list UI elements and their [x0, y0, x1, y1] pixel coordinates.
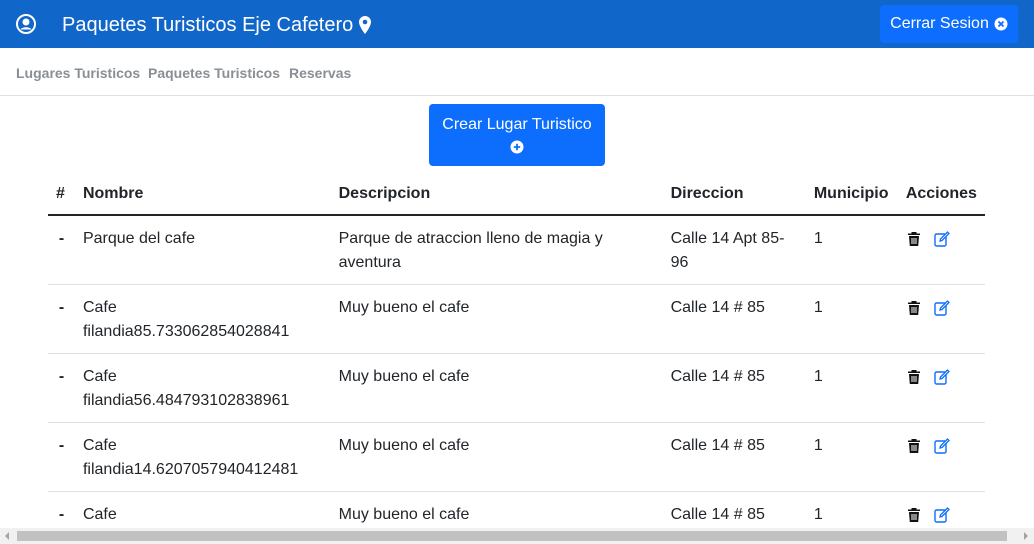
edit-icon[interactable]	[934, 369, 950, 385]
places-table: # Nombre Descripcion Direccion Municipio…	[48, 174, 985, 544]
cell-acciones	[897, 215, 985, 285]
cell-descripcion: Muy bueno el cafe	[330, 284, 663, 354]
trash-icon[interactable]	[906, 507, 922, 523]
cell-municipio: 1	[805, 422, 898, 492]
cell-num: -	[48, 215, 75, 285]
nav-lugares-turisticos[interactable]: Lugares Turisticos	[16, 65, 140, 81]
create-place-button[interactable]: Crear Lugar Turistico	[429, 104, 605, 166]
scroll-left-arrow-icon[interactable]	[5, 532, 9, 540]
trash-icon[interactable]	[906, 231, 922, 247]
map-pin-icon	[359, 16, 372, 34]
cell-num: -	[48, 353, 75, 423]
user-circle-icon[interactable]	[16, 14, 36, 34]
nav-paquetes-turisticos[interactable]: Paquetes Turisticos	[148, 65, 280, 81]
cell-municipio: 1	[805, 215, 898, 285]
table-header-row: # Nombre Descripcion Direccion Municipio…	[48, 174, 985, 216]
cell-acciones	[897, 284, 985, 354]
cell-num: -	[48, 284, 75, 354]
cell-nombre: Cafe filandia85.733062854028841	[74, 284, 331, 354]
horizontal-scrollbar[interactable]	[0, 528, 1034, 544]
table-row: - Parque del cafe Parque de atraccion ll…	[48, 215, 985, 285]
cell-descripcion: Parque de atraccion lleno de magia y ave…	[330, 215, 663, 285]
header-municipio: Municipio	[805, 174, 898, 216]
cell-nombre: Cafe filandia14.6207057940412481	[74, 422, 331, 492]
header-nombre: Nombre	[74, 174, 331, 216]
edit-icon[interactable]	[934, 300, 950, 316]
plus-circle-icon	[510, 140, 524, 154]
nav-reservas[interactable]: Reservas	[289, 65, 351, 81]
cell-descripcion: Muy bueno el cafe	[330, 422, 663, 492]
top-navbar: Paquetes Turisticos Eje Cafetero Cerrar …	[0, 0, 1034, 48]
row-actions	[906, 434, 977, 454]
cell-acciones	[897, 422, 985, 492]
trash-icon[interactable]	[906, 438, 922, 454]
scroll-right-arrow-icon[interactable]	[1024, 532, 1028, 540]
logout-label: Cerrar Sesion	[890, 15, 989, 32]
cell-nombre: Cafe filandia56.484793102838961	[74, 353, 331, 423]
header-acciones: Acciones	[897, 174, 985, 216]
cell-direccion: Calle 14 Apt 85-96	[662, 215, 806, 285]
close-circle-icon	[994, 17, 1008, 31]
cell-direccion: Calle 14 # 85	[662, 353, 806, 423]
cell-municipio: 1	[805, 353, 898, 423]
table-row: - Cafe filandia14.6207057940412481 Muy b…	[48, 422, 985, 492]
header-num: #	[48, 174, 75, 216]
row-actions	[906, 365, 977, 385]
table-row: - Cafe filandia85.733062854028841 Muy bu…	[48, 284, 985, 354]
scrollbar-thumb[interactable]	[17, 531, 1007, 541]
trash-icon[interactable]	[906, 369, 922, 385]
trash-icon[interactable]	[906, 300, 922, 316]
cell-direccion: Calle 14 # 85	[662, 422, 806, 492]
header-descripcion: Descripcion	[330, 174, 663, 216]
header-direccion: Direccion	[662, 174, 806, 216]
row-actions	[906, 227, 977, 247]
app-title-text: Paquetes Turisticos Eje Cafetero	[62, 14, 354, 36]
table-row: - Cafe filandia56.484793102838961 Muy bu…	[48, 353, 985, 423]
cell-acciones	[897, 353, 985, 423]
cell-descripcion: Muy bueno el cafe	[330, 353, 663, 423]
cell-direccion: Calle 14 # 85	[662, 284, 806, 354]
cell-num: -	[48, 422, 75, 492]
cell-municipio: 1	[805, 284, 898, 354]
app-title[interactable]: Paquetes Turisticos Eje Cafetero	[62, 12, 372, 38]
cell-nombre: Parque del cafe	[74, 215, 331, 285]
edit-icon[interactable]	[934, 507, 950, 523]
row-actions	[906, 503, 977, 523]
logout-button[interactable]: Cerrar Sesion	[880, 5, 1018, 43]
section-nav: Lugares Turisticos Paquetes Turisticos R…	[0, 48, 1034, 96]
row-actions	[906, 296, 977, 316]
create-place-label: Crear Lugar Turistico	[442, 116, 592, 133]
edit-icon[interactable]	[934, 438, 950, 454]
edit-icon[interactable]	[934, 231, 950, 247]
